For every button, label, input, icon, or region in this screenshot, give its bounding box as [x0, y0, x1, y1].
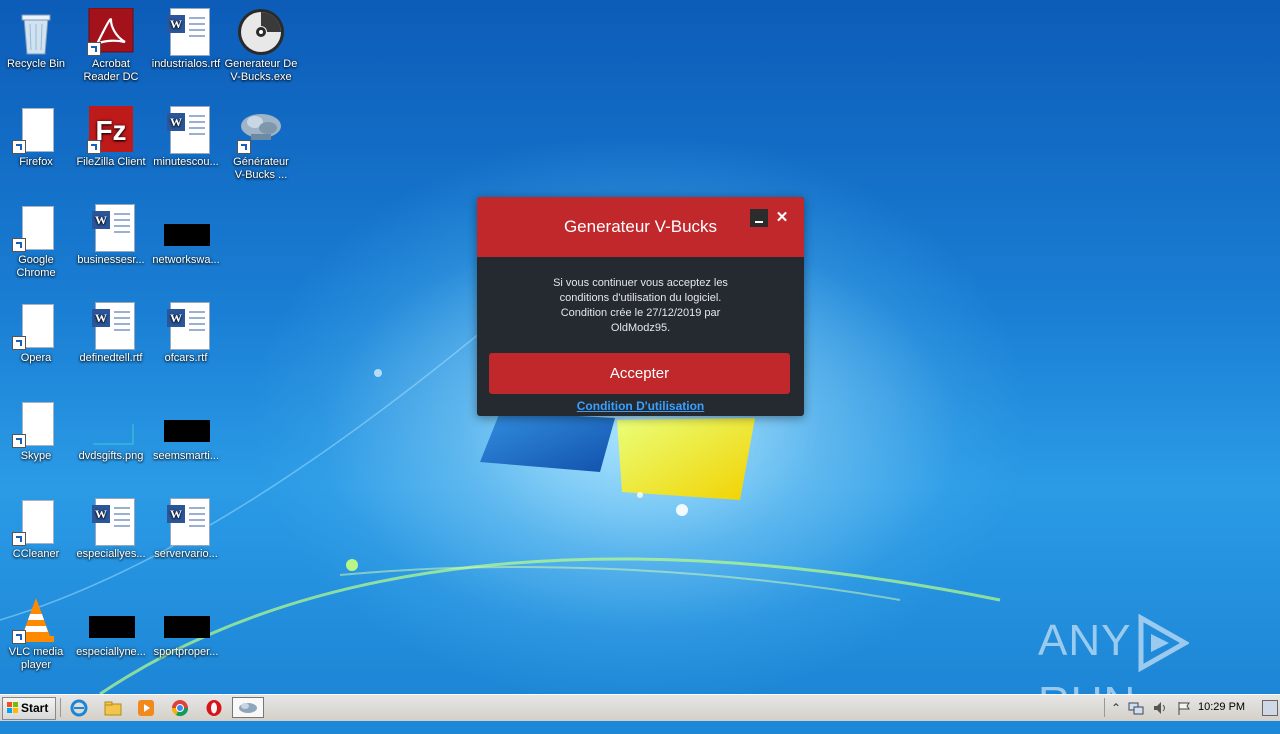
desktop-icon-minutescou[interactable]: W minutescou...: [148, 106, 224, 169]
opera-icon[interactable]: [205, 699, 223, 717]
blank-shortcut-icon: [12, 498, 60, 546]
blank-shortcut-icon: [12, 106, 60, 154]
shortcut-arrow-icon: [12, 630, 26, 644]
desktop-icon-dvdsgifts[interactable]: dvdsgifts.png: [73, 400, 149, 463]
black-thumbnail-icon: [162, 204, 210, 252]
anyrun-watermark: ANYRUN: [1038, 610, 1280, 727]
vlc-icon: [12, 596, 60, 644]
desktop-icon-acrobat[interactable]: Acrobat Reader DC: [73, 7, 149, 84]
explorer-icon[interactable]: [104, 699, 122, 717]
word-doc-icon: W: [162, 302, 210, 350]
shortcut-arrow-icon: [87, 42, 101, 56]
volume-icon[interactable]: [1152, 700, 1168, 716]
black-thumbnail-icon: [87, 596, 135, 644]
word-doc-icon: W: [87, 302, 135, 350]
blank-shortcut-icon: [12, 400, 60, 448]
shortcut-arrow-icon: [237, 140, 251, 154]
close-icon[interactable]: ✕: [773, 209, 791, 227]
desktop-icon-firefox[interactable]: Firefox: [0, 106, 74, 169]
show-hidden-icon[interactable]: ⌃: [1108, 700, 1124, 716]
desktop-icon-especiallyes[interactable]: W especiallyes...: [73, 498, 149, 561]
desktop-icon-definedtell[interactable]: W definedtell.rtf: [73, 302, 149, 365]
active-window-button[interactable]: [232, 697, 264, 718]
acrobat-icon: [87, 7, 135, 56]
desktop-icon-sportproper[interactable]: sportproper...: [148, 596, 224, 659]
flag-icon[interactable]: [1176, 700, 1192, 716]
accept-button[interactable]: Accepter: [489, 353, 790, 394]
black-thumbnail-icon: [162, 400, 210, 448]
desktop-icon-google-chrome[interactable]: Google Chrome: [0, 204, 74, 280]
minimize-icon[interactable]: [750, 209, 768, 227]
network-icon[interactable]: [1128, 700, 1144, 716]
shortcut-arrow-icon: [12, 532, 26, 546]
dialog-header: Generateur V-Bucks ✕: [477, 197, 804, 257]
start-button[interactable]: Start: [2, 697, 56, 720]
desktop-icon-vlc[interactable]: VLC media player: [0, 596, 74, 672]
tray-separator: [1104, 698, 1105, 717]
word-doc-icon: W: [87, 204, 135, 252]
shortcut-arrow-icon: [87, 140, 101, 154]
media-player-icon[interactable]: [137, 699, 155, 717]
ie-icon[interactable]: [70, 699, 88, 717]
play-logo-icon: [1138, 614, 1191, 673]
blank-shortcut-icon: [12, 204, 60, 252]
recycle-bin-icon: [12, 8, 60, 56]
terms-link[interactable]: Condition D'utilisation: [477, 399, 804, 413]
filezilla-icon: Fz: [87, 106, 135, 154]
chrome-icon[interactable]: [171, 699, 189, 717]
desktop-icon-ccleaner[interactable]: CCleaner: [0, 498, 74, 561]
shortcut-arrow-icon: [12, 140, 26, 154]
network-shortcut-icon: [237, 106, 285, 154]
desktop-icon-industrialos[interactable]: W industrialos.rtf: [148, 8, 224, 71]
desktop-icon-filezilla[interactable]: Fz FileZilla Client: [73, 106, 149, 169]
word-doc-icon: W: [162, 8, 210, 56]
windows-flag-icon: [7, 702, 19, 714]
show-desktop-button[interactable]: [1262, 700, 1278, 716]
desktop-icon-especiallyne[interactable]: especiallyne...: [73, 596, 149, 659]
vbucks-app-icon: [239, 703, 257, 713]
watermark-left-text: ANY: [1038, 616, 1132, 665]
shortcut-arrow-icon: [12, 238, 26, 252]
generateur-dialog: Generateur V-Bucks ✕ Si vous continuer v…: [477, 197, 804, 416]
word-doc-icon: W: [87, 498, 135, 546]
desktop-icon-generateur-shortcut[interactable]: Générateur V-Bucks ...: [223, 106, 299, 182]
dialog-message: Si vous continuer vous acceptez les cond…: [553, 277, 728, 334]
desktop-icon-businessesr[interactable]: W businessesr...: [73, 204, 149, 267]
taskbar: Start ⌃ 10:29 PM: [0, 694, 1280, 721]
desktop-icon-servervario[interactable]: W servervario...: [148, 498, 224, 561]
desktop-icon-seemsmarti[interactable]: seemsmarti...: [148, 400, 224, 463]
desktop-icon-opera[interactable]: Opera: [0, 302, 74, 365]
word-doc-icon: W: [162, 498, 210, 546]
image-thumbnail-icon: [87, 400, 135, 448]
word-doc-icon: W: [162, 106, 210, 154]
black-thumbnail-icon: [162, 596, 210, 644]
disc-icon: [237, 8, 285, 56]
desktop-icon-recycle-bin[interactable]: Recycle Bin: [0, 8, 74, 71]
blank-shortcut-icon: [12, 302, 60, 350]
shortcut-arrow-icon: [12, 336, 26, 350]
desktop-icon-ofcars[interactable]: W ofcars.rtf: [148, 302, 224, 365]
clock[interactable]: 10:29 PM: [1198, 701, 1245, 713]
shortcut-arrow-icon: [12, 434, 26, 448]
taskbar-separator: [60, 698, 61, 717]
desktop-icon-networkswa[interactable]: networkswa...: [148, 204, 224, 267]
desktop-icon-skype[interactable]: Skype: [0, 400, 74, 463]
desktop-icon-generateur-exe[interactable]: Generateur De V-Bucks.exe: [223, 8, 299, 84]
